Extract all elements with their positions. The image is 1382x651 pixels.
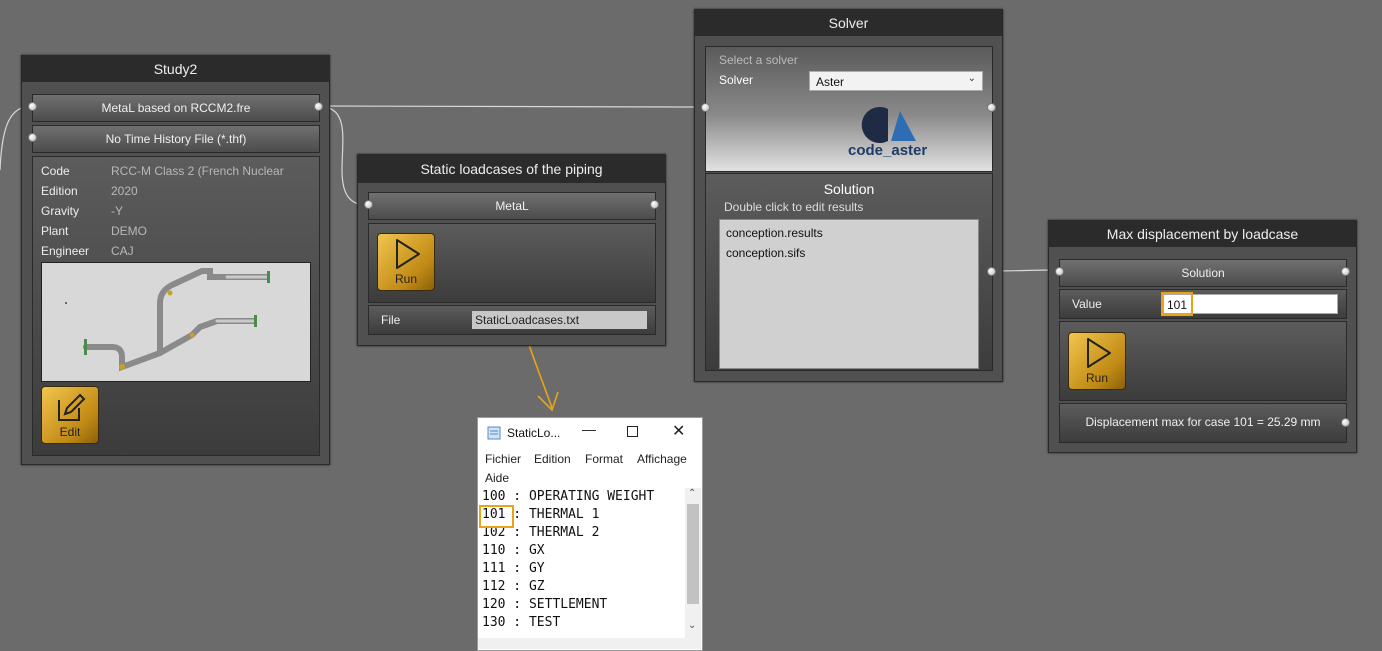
file-label: File [381,313,401,327]
loadcases-run-button[interactable]: Run [377,233,435,291]
notepad-window[interactable]: StaticLo... — ✕ Fichier Edition Format A… [477,417,703,651]
max-displacement-node[interactable]: Max displacement by loadcase Solution Va… [1048,220,1357,453]
solver-port-out[interactable] [987,103,996,112]
study-node[interactable]: Study2 MetaL based on RCCM2.fre No Time … [21,55,330,465]
solver-dropdown-value: Aster [816,75,845,89]
notepad-icon [487,426,501,440]
value-row: Value 101 [1059,289,1347,319]
solver-dropdown[interactable]: Aster ⌄ [809,71,983,91]
code-aster-logo-icon [861,107,916,143]
gravity-value: -Y [111,204,123,218]
list-item[interactable]: conception.results [726,226,823,240]
maxdisp-run-label: Run [1085,371,1108,385]
plant-label: Plant [41,224,69,238]
solution-panel: Solution Double click to edit results co… [705,173,993,371]
displacement-output: Displacement max for case 101 = 25.29 mm [1085,415,1321,429]
plant-value: DEMO [111,224,147,238]
line-101-highlight [479,505,514,528]
max-displacement-title: Max displacement by loadcase [1049,221,1356,247]
thf-port-bar[interactable]: No Time History File (*.thf) [32,125,320,153]
text-line: 130 : TEST [482,615,561,630]
solver-hint: Select a solver [719,53,798,67]
edition-label: Edition [41,184,78,198]
static-loadcases-node[interactable]: Static loadcases of the piping MetaL Run… [357,154,666,346]
model-port-in[interactable] [28,102,37,111]
code-label: Code [41,164,70,178]
scroll-up-icon[interactable]: ⌃ [688,488,696,499]
notepad-text-area[interactable]: 100 : OPERATING WEIGHT 101 : THERMAL 1 1… [478,488,685,638]
engineer-label: Engineer [41,244,90,258]
piping-model-preview[interactable] [41,262,311,382]
code-aster-logo-text: code_aster [848,142,928,159]
vertical-scrollbar[interactable]: ⌃ ⌄ [685,488,701,638]
file-field[interactable]: StaticLoadcases.txt [472,311,647,329]
piping-model-image [65,268,270,372]
code-aster-logo: code_aster [836,107,936,165]
text-line: 110 : GX [482,543,545,558]
scroll-down-icon[interactable]: ⌄ [688,620,696,631]
play-icon [396,239,420,269]
chevron-down-icon: ⌄ [967,73,976,84]
results-list[interactable]: conception.results conception.sifs [719,219,979,369]
menu-aide[interactable]: Aide [485,471,509,485]
loadcases-run-label: Run [394,272,417,286]
maxdisp-run-button[interactable]: Run [1068,332,1126,390]
output-port-out[interactable] [1341,418,1350,427]
engineer-value: CAJ [111,244,134,258]
file-row: File StaticLoadcases.txt [368,305,656,335]
maxdisp-port-in[interactable] [1055,267,1064,276]
code-value: RCC-M Class 2 (French Nuclear [111,164,284,178]
solution-title: Solution [823,181,875,197]
notepad-titlebar[interactable]: StaticLo... — ✕ [478,418,702,446]
edit-button[interactable]: Edit [41,386,99,444]
thf-port-in[interactable] [28,133,37,142]
menu-edition[interactable]: Edition [534,452,571,466]
value-highlight [1161,292,1193,316]
solution-hint: Double click to edit results [724,200,864,214]
solution-port-out[interactable] [987,267,996,276]
text-line: 111 : GY [482,561,545,576]
loadcases-run-panel: Run [368,223,656,303]
play-icon [1087,338,1111,368]
value-label: Value [1072,297,1102,311]
gravity-label: Gravity [41,204,80,218]
text-line: 120 : SETTLEMENT [482,597,608,612]
edit-label: Edit [59,425,81,439]
study-details-panel: Code RCC-M Class 2 (French Nuclear Editi… [32,156,320,456]
horizontal-scrollbar[interactable] [478,638,701,649]
output-row: Displacement max for case 101 = 25.29 mm [1059,403,1347,443]
menu-format[interactable]: Format [585,452,623,466]
scrollbar-thumb[interactable] [687,504,699,604]
menu-fichier[interactable]: Fichier [485,452,521,466]
study-title: Study2 [22,56,329,82]
metal-port-bar[interactable]: MetaL [368,192,656,220]
menu-affichage[interactable]: Affichage [637,452,687,466]
solver-select-panel: Select a solver Solver Aster ⌄ code_aste… [705,46,993,172]
metal-port-out[interactable] [650,200,659,209]
solver-port-in[interactable] [701,103,710,112]
solver-label: Solver [719,73,754,87]
static-loadcases-title: Static loadcases of the piping [358,155,665,183]
close-icon[interactable]: ✕ [672,421,685,441]
text-line: 112 : GZ [482,579,545,594]
edition-value: 2020 [111,184,138,198]
model-port-bar[interactable]: MetaL based on RCCM2.fre [32,94,320,122]
edit-icon [58,393,86,421]
solver-node[interactable]: Solver Select a solver Solver Aster ⌄ co… [694,9,1003,382]
list-item[interactable]: conception.sifs [726,246,805,260]
solution-port-bar[interactable]: Solution [1059,259,1347,287]
maximize-icon[interactable] [627,426,638,437]
notepad-title: StaticLo... [507,426,561,440]
model-port-out[interactable] [314,102,323,111]
maxdisp-run-panel: Run [1059,321,1347,401]
minimize-icon[interactable]: — [582,421,596,437]
maxdisp-port-out[interactable] [1341,267,1350,276]
text-line: 100 : OPERATING WEIGHT [482,489,655,504]
metal-port-in[interactable] [364,200,373,209]
wire-study-to-solver [317,105,705,108]
solver-title: Solver [695,10,1002,36]
